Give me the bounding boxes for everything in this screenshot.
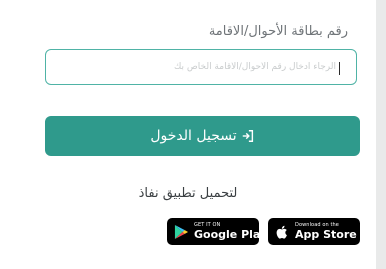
google-play-icon	[174, 224, 189, 239]
apple-icon	[276, 225, 287, 239]
app-store-big-text: App Store	[295, 228, 357, 241]
id-number-input[interactable]	[46, 50, 356, 84]
login-button-label: تسجيل الدخول	[150, 128, 237, 144]
id-field-label: رقم بطاقة الأحوال/الاقامة	[208, 24, 348, 39]
google-play-big-text: Google Play	[194, 228, 268, 241]
login-button[interactable]: تسجيل الدخول	[45, 116, 360, 156]
sign-in-icon	[242, 130, 253, 142]
download-app-label: لتحميل تطبيق نفاذ	[138, 186, 238, 201]
google-play-button[interactable]: GET IT ON Google Play	[167, 218, 267, 245]
id-input-box[interactable]	[45, 49, 357, 85]
login-card: رقم بطاقة الأحوال/الاقامة تسجيل الدخول ل…	[0, 0, 376, 269]
text-caret	[338, 62, 340, 75]
app-store-button[interactable]: Download on the App Store	[268, 218, 360, 245]
